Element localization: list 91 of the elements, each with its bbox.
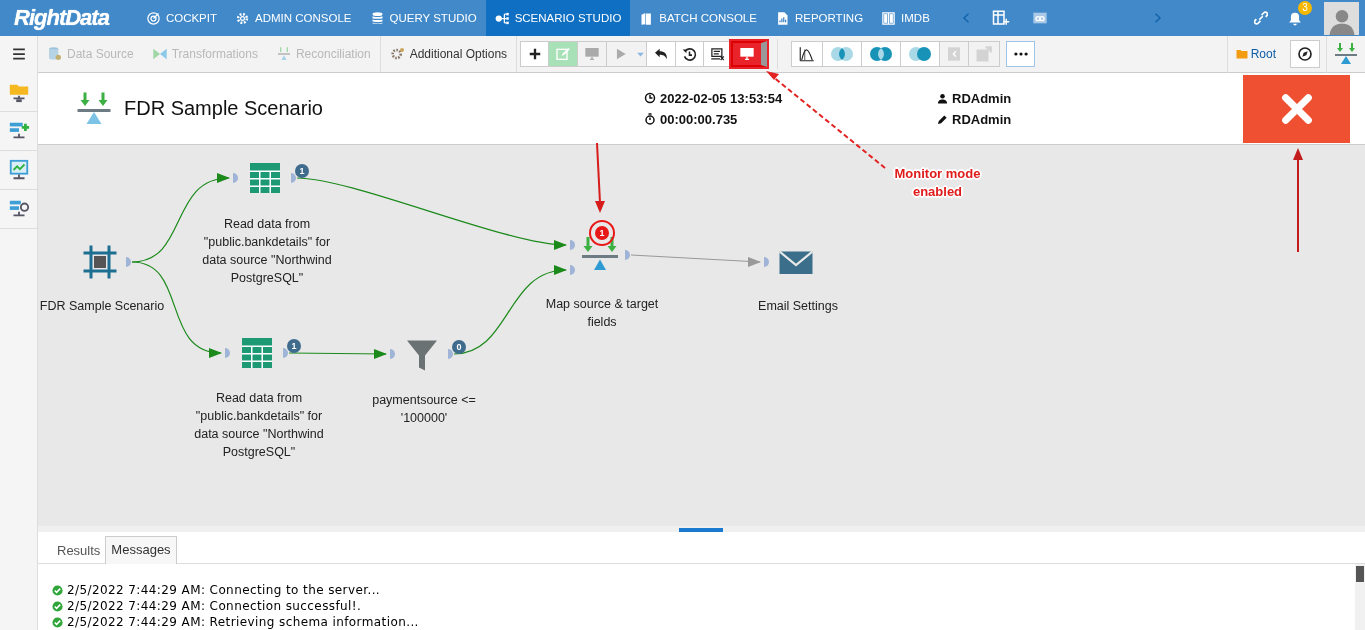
- notification-count: 3: [1298, 1, 1312, 15]
- report-icon: [710, 46, 726, 62]
- log-message: 2/5/2022 7:44:29 AM: Connection successful!.: [67, 598, 362, 614]
- compass-button[interactable]: [1290, 40, 1320, 68]
- annotation-arrow: [595, 142, 605, 213]
- clock-icon: [644, 92, 656, 104]
- bell-icon: [1288, 10, 1302, 26]
- chart-icon: [7, 159, 30, 181]
- transform-icon: [151, 46, 168, 62]
- columns-icon: [881, 10, 897, 26]
- export-icon: [975, 45, 994, 63]
- more-icon: [1013, 51, 1028, 57]
- menu-icon[interactable]: [0, 35, 38, 73]
- record-count-badge: 0: [452, 340, 466, 354]
- user-icon: [937, 92, 948, 104]
- table-icon: [247, 160, 283, 196]
- monitor-icon: [584, 46, 601, 62]
- plus-icon: [527, 47, 542, 61]
- balance-icon: [1334, 42, 1358, 66]
- output-port[interactable]: [625, 250, 630, 260]
- console-tab[interactable]: Messages: [105, 536, 177, 564]
- node-label: paymentsource <= '100000': [371, 392, 477, 427]
- collapse-icon: [946, 46, 963, 62]
- nav-tab[interactable]: QUERY STUDIO: [360, 0, 486, 36]
- output-port[interactable]: [448, 349, 453, 359]
- target-icon: [145, 10, 161, 26]
- input-port[interactable]: [570, 265, 575, 275]
- nav-tab[interactable]: IMDB: [872, 0, 939, 36]
- record-count-badge: 1: [287, 339, 301, 353]
- hamburger-icon: [10, 47, 27, 61]
- venn-icon: [829, 45, 856, 63]
- timestamp: 2022-02-05 13:53:54: [660, 90, 783, 106]
- console-tab[interactable]: Results: [52, 538, 106, 563]
- gear-icon: [389, 46, 406, 62]
- table-icon: [239, 335, 275, 371]
- close-button[interactable]: [1243, 74, 1350, 143]
- modified-by: RDAdmin: [952, 111, 1012, 127]
- history-icon: [682, 46, 698, 62]
- frame-icon: [82, 244, 118, 280]
- folder-icon: [1235, 48, 1248, 60]
- user-avatar[interactable]: [1324, 1, 1359, 35]
- log-message: 2/5/2022 7:44:29 AM: Retrieving schema information...: [67, 614, 419, 630]
- toolbar-menu-item[interactable]: Additional Options: [379, 36, 518, 72]
- edit-icon: [555, 46, 572, 62]
- balance-icon: [582, 237, 618, 273]
- input-port[interactable]: [225, 348, 230, 358]
- annotation-text: Monitor mode enabled: [893, 165, 982, 201]
- check-circle-icon: [52, 584, 63, 596]
- scrollbar-thumb[interactable]: [1356, 566, 1364, 582]
- check-circle-icon: [52, 600, 63, 612]
- node-label: FDR Sample Scenario: [38, 298, 166, 315]
- input-port[interactable]: [570, 240, 575, 250]
- curve-icon: [798, 45, 817, 63]
- input-port[interactable]: [390, 349, 395, 359]
- database-icon: [47, 46, 63, 62]
- gear-icon: [235, 10, 250, 26]
- record-count-badge: 1: [295, 164, 309, 178]
- app-logo[interactable]: RightData: [14, 5, 109, 31]
- node-label: Read data from "public.bankdetails" for data source "Northwind PostgreSQL": [202, 216, 332, 287]
- nodes-icon: [494, 10, 510, 26]
- nav-tab[interactable]: ADMIN CONSOLE: [226, 0, 361, 36]
- compass-icon: [1297, 46, 1313, 62]
- output-port[interactable]: [283, 348, 288, 358]
- output-port[interactable]: [126, 257, 131, 267]
- node-label: Email Settings: [757, 298, 839, 315]
- nav-tab[interactable]: REPORTING: [765, 0, 873, 36]
- balance-icon: [275, 46, 292, 62]
- nav-tab[interactable]: BATCH CONSOLE: [630, 0, 766, 36]
- undo-icon: [653, 46, 670, 62]
- node-label: Read data from "public.bankdetails" for data source "Northwind PostgreSQL": [194, 390, 324, 461]
- monitor-icon: [739, 46, 756, 62]
- venn-icon: [868, 45, 895, 63]
- nav-tab[interactable]: COCKPIT: [136, 0, 226, 36]
- output-port[interactable]: [291, 173, 296, 183]
- venn-icon: [907, 45, 934, 63]
- table-add-icon: [990, 9, 1011, 27]
- input-port[interactable]: [764, 257, 769, 267]
- balance-icon: [76, 90, 112, 127]
- link-box-icon: [1030, 10, 1049, 26]
- input-port[interactable]: [233, 173, 238, 183]
- node-label: Map source & target fields: [544, 296, 660, 331]
- resize-handle[interactable]: [679, 528, 723, 532]
- close-icon: [1279, 91, 1314, 126]
- root-folder-link[interactable]: Root: [1226, 35, 1284, 73]
- stopwatch-icon: [644, 113, 656, 125]
- duration: 00:00:00.735: [660, 111, 738, 127]
- nav-tab[interactable]: SCENARIO STUDIO: [485, 0, 631, 36]
- pencil-icon: [937, 113, 948, 125]
- created-by: RDAdmin: [952, 90, 1012, 106]
- log-message: 2/5/2022 7:44:29 AM: Connecting to the server...: [67, 582, 381, 598]
- scenario-title: FDR Sample Scenario: [124, 97, 324, 120]
